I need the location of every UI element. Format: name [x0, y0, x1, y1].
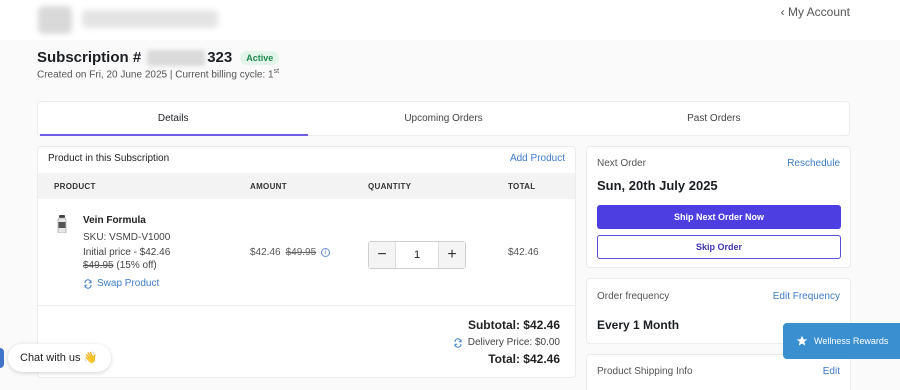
frequency-title: Order frequency	[597, 291, 670, 302]
swap-product-label: Swap Product	[97, 278, 160, 289]
chat-button[interactable]: Chat with us 👋	[8, 344, 111, 372]
subscription-tabs: Details Upcoming Orders Past Orders	[37, 101, 850, 136]
edit-frequency-link[interactable]: Edit Frequency	[773, 291, 840, 302]
reschedule-link[interactable]: Reschedule	[787, 158, 840, 169]
col-product: PRODUCT	[54, 182, 96, 191]
next-order-title: Next Order	[597, 158, 646, 169]
shipping-title: Product Shipping Info	[597, 366, 693, 377]
star-icon	[796, 335, 808, 346]
col-quantity: QUANTITY	[368, 182, 412, 191]
rewards-label: Wellness Rewards	[814, 336, 889, 346]
amount-value: $42.46	[250, 247, 281, 258]
delivery-price-row: Delivery Price: $0.00	[453, 337, 560, 348]
order-total: Total: $42.46	[488, 352, 560, 366]
amount-cell: $42.46 $49.95 i	[250, 247, 331, 258]
delivery-price: Delivery Price: $0.00	[467, 337, 560, 348]
col-total: TOTAL	[508, 182, 536, 191]
page-title: Subscription # 323 Active	[37, 49, 280, 66]
row-total: $42.46	[508, 247, 539, 258]
next-order-date: Sun, 20th July 2025	[597, 178, 718, 193]
tab-past-orders[interactable]: Past Orders	[579, 102, 849, 135]
product-bottle-image	[57, 215, 67, 233]
info-icon[interactable]: i	[321, 248, 331, 257]
status-badge: Active	[240, 50, 280, 65]
wellness-rewards-button[interactable]: Wellness Rewards 2	[783, 323, 900, 359]
product-sku: SKU: VSMD-V1000	[83, 232, 171, 243]
refresh-icon[interactable]	[453, 337, 463, 348]
tab-details[interactable]: Details	[38, 102, 309, 136]
edit-shipping-link[interactable]: Edit	[823, 366, 840, 377]
billing-cycle-suffix: st	[273, 68, 280, 75]
product-name: Vein Formula	[83, 215, 146, 226]
decrease-quantity-button[interactable]: −	[369, 242, 395, 268]
shipping-info-card: Product Shipping Info Edit	[586, 354, 851, 390]
products-card: Product in this Subscription Add Product…	[37, 146, 576, 378]
quantity-stepper: − 1 +	[368, 241, 466, 269]
next-order-card: Next Order Reschedule Sun, 20th July 202…	[586, 146, 851, 268]
discount-text: (15% off)	[116, 260, 157, 271]
swap-product-button[interactable]: Swap Product	[83, 278, 159, 289]
swap-icon	[84, 278, 92, 289]
increase-quantity-button[interactable]: +	[439, 242, 465, 268]
col-amount: AMOUNT	[250, 182, 287, 191]
top-bar: ‹ My Account	[0, 0, 900, 40]
my-account-link[interactable]: ‹ My Account	[781, 5, 850, 19]
initial-price: Initial price - $42.46	[83, 247, 171, 258]
redacted-id	[147, 49, 206, 66]
chat-launcher-edge[interactable]	[0, 348, 4, 368]
table-header: PRODUCT AMOUNT QUANTITY TOTAL	[38, 173, 575, 199]
ship-next-order-button[interactable]: Ship Next Order Now	[597, 205, 841, 229]
original-price-line: $49.95 (15% off)	[83, 260, 157, 271]
subscription-title-prefix: Subscription #	[37, 49, 142, 66]
store-logo[interactable]	[38, 6, 72, 34]
products-heading: Product in this Subscription	[48, 153, 170, 164]
store-name-redacted	[82, 10, 218, 28]
skip-order-button[interactable]: Skip Order	[597, 235, 841, 259]
created-text: Created on Fri, 20 June 2025 | Current b…	[37, 69, 274, 81]
frequency-value: Every 1 Month	[597, 318, 680, 332]
subtotal: Subtotal: $42.46	[467, 318, 560, 332]
amount-original: $49.95	[285, 247, 317, 258]
tab-upcoming-orders[interactable]: Upcoming Orders	[308, 102, 578, 135]
subscription-id-suffix: 323	[207, 49, 233, 66]
add-product-link[interactable]: Add Product	[510, 153, 565, 164]
created-info: Created on Fri, 20 June 2025 | Current b…	[37, 68, 279, 80]
quantity-value[interactable]: 1	[395, 242, 439, 268]
divider	[38, 305, 575, 306]
original-price: $49.95	[83, 260, 114, 271]
